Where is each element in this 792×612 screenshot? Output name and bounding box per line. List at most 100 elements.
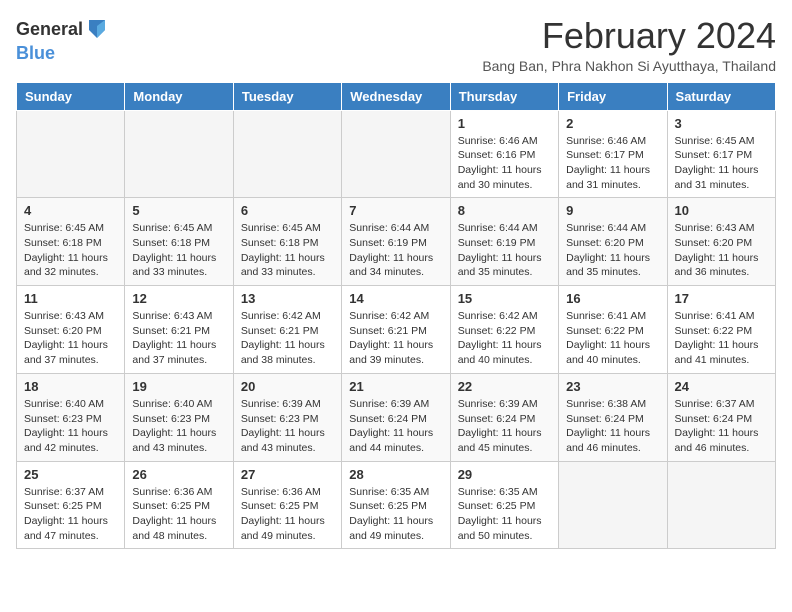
calendar-cell: 19 Sunrise: 6:40 AM Sunset: 6:23 PM Dayli… [125, 373, 233, 461]
day-number: 4 [24, 203, 117, 218]
col-monday: Monday [125, 82, 233, 110]
logo-blue: Blue [16, 43, 55, 63]
calendar-cell: 8Sunrise: 6:44 AM Sunset: 6:19 PM Daylig… [450, 198, 558, 286]
calendar-cell: 28 Sunrise: 6:35 AM Sunset: 6:25 PM Dayli… [342, 461, 450, 549]
day-number: 12 [132, 291, 225, 306]
day-number: 5 [132, 203, 225, 218]
day-number: 7 [349, 203, 442, 218]
col-thursday: Thursday [450, 82, 558, 110]
day-number: 1 [458, 116, 551, 131]
calendar-cell: 17Sunrise: 6:41 AM Sunset: 6:22 PM Dayli… [667, 286, 775, 374]
day-info: Sunrise: 6:37 AM Sunset: 6:24 PM Dayligh… [675, 397, 768, 456]
calendar-week-0: 1 Sunrise: 6:46 AM Sunset: 6:16 PM Daylig… [17, 110, 776, 198]
calendar-table: Sunday Monday Tuesday Wednesday Thursday… [16, 82, 776, 550]
col-wednesday: Wednesday [342, 82, 450, 110]
day-info: Sunrise: 6:43 AM Sunset: 6:21 PM Dayligh… [132, 309, 225, 368]
logo: General Blue [16, 16, 109, 64]
logo-general: General [16, 20, 83, 40]
main-title: February 2024 [482, 16, 776, 56]
day-info: Sunrise: 6:46 AM Sunset: 6:17 PM Dayligh… [566, 134, 659, 193]
day-info: Sunrise: 6:45 AM Sunset: 6:18 PM Dayligh… [241, 221, 334, 280]
calendar-cell [667, 461, 775, 549]
calendar-cell: 25 Sunrise: 6:37 AM Sunset: 6:25 PM Dayli… [17, 461, 125, 549]
calendar-cell: 9 Sunrise: 6:44 AM Sunset: 6:20 PM Daylig… [559, 198, 667, 286]
header: General Blue February 2024 Bang Ban, Phr… [16, 16, 776, 74]
day-number: 21 [349, 379, 442, 394]
day-info: Sunrise: 6:36 AM Sunset: 6:25 PM Dayligh… [132, 485, 225, 544]
calendar-cell: 13 Sunrise: 6:42 AM Sunset: 6:21 PM Dayli… [233, 286, 341, 374]
calendar-cell [342, 110, 450, 198]
day-number: 20 [241, 379, 334, 394]
calendar-cell: 11 Sunrise: 6:43 AM Sunset: 6:20 PM Dayli… [17, 286, 125, 374]
day-number: 2 [566, 116, 659, 131]
day-info: Sunrise: 6:39 AM Sunset: 6:24 PM Dayligh… [458, 397, 551, 456]
calendar-week-1: 4 Sunrise: 6:45 AM Sunset: 6:18 PM Daylig… [17, 198, 776, 286]
day-number: 11 [24, 291, 117, 306]
day-number: 28 [349, 467, 442, 482]
day-info: Sunrise: 6:40 AM Sunset: 6:23 PM Dayligh… [24, 397, 117, 456]
day-info: Sunrise: 6:37 AM Sunset: 6:25 PM Dayligh… [24, 485, 117, 544]
calendar-cell: 24 Sunrise: 6:37 AM Sunset: 6:24 PM Dayli… [667, 373, 775, 461]
day-number: 14 [349, 291, 442, 306]
calendar-cell: 4 Sunrise: 6:45 AM Sunset: 6:18 PM Daylig… [17, 198, 125, 286]
day-info: Sunrise: 6:35 AM Sunset: 6:25 PM Dayligh… [349, 485, 442, 544]
day-number: 13 [241, 291, 334, 306]
day-info: Sunrise: 6:41 AM Sunset: 6:22 PM Dayligh… [566, 309, 659, 368]
day-info: Sunrise: 6:42 AM Sunset: 6:21 PM Dayligh… [349, 309, 442, 368]
day-info: Sunrise: 6:45 AM Sunset: 6:18 PM Dayligh… [132, 221, 225, 280]
day-number: 24 [675, 379, 768, 394]
day-number: 3 [675, 116, 768, 131]
day-info: Sunrise: 6:45 AM Sunset: 6:18 PM Dayligh… [24, 221, 117, 280]
day-info: Sunrise: 6:41 AM Sunset: 6:22 PM Dayligh… [675, 309, 768, 368]
subtitle: Bang Ban, Phra Nakhon Si Ayutthaya, Thai… [482, 58, 776, 74]
header-row: Sunday Monday Tuesday Wednesday Thursday… [17, 82, 776, 110]
calendar-cell [17, 110, 125, 198]
col-friday: Friday [559, 82, 667, 110]
day-number: 10 [675, 203, 768, 218]
day-number: 19 [132, 379, 225, 394]
col-tuesday: Tuesday [233, 82, 341, 110]
calendar-cell: 6Sunrise: 6:45 AM Sunset: 6:18 PM Daylig… [233, 198, 341, 286]
day-number: 18 [24, 379, 117, 394]
calendar-cell: 21Sunrise: 6:39 AM Sunset: 6:24 PM Dayli… [342, 373, 450, 461]
day-info: Sunrise: 6:43 AM Sunset: 6:20 PM Dayligh… [24, 309, 117, 368]
day-number: 9 [566, 203, 659, 218]
day-info: Sunrise: 6:39 AM Sunset: 6:23 PM Dayligh… [241, 397, 334, 456]
day-number: 16 [566, 291, 659, 306]
calendar-cell [233, 110, 341, 198]
day-info: Sunrise: 6:35 AM Sunset: 6:25 PM Dayligh… [458, 485, 551, 544]
calendar-cell: 22 Sunrise: 6:39 AM Sunset: 6:24 PM Dayli… [450, 373, 558, 461]
calendar-cell: 16 Sunrise: 6:41 AM Sunset: 6:22 PM Dayli… [559, 286, 667, 374]
calendar-cell [559, 461, 667, 549]
calendar-cell: 29Sunrise: 6:35 AM Sunset: 6:25 PM Dayli… [450, 461, 558, 549]
calendar-cell: 15 Sunrise: 6:42 AM Sunset: 6:22 PM Dayli… [450, 286, 558, 374]
calendar-cell: 20 Sunrise: 6:39 AM Sunset: 6:23 PM Dayli… [233, 373, 341, 461]
day-info: Sunrise: 6:38 AM Sunset: 6:24 PM Dayligh… [566, 397, 659, 456]
calendar-cell: 3 Sunrise: 6:45 AM Sunset: 6:17 PM Daylig… [667, 110, 775, 198]
calendar-cell [125, 110, 233, 198]
logo-icon [85, 16, 109, 44]
calendar-cell: 7 Sunrise: 6:44 AM Sunset: 6:19 PM Daylig… [342, 198, 450, 286]
day-info: Sunrise: 6:40 AM Sunset: 6:23 PM Dayligh… [132, 397, 225, 456]
calendar-cell: 1 Sunrise: 6:46 AM Sunset: 6:16 PM Daylig… [450, 110, 558, 198]
day-info: Sunrise: 6:44 AM Sunset: 6:19 PM Dayligh… [349, 221, 442, 280]
day-number: 23 [566, 379, 659, 394]
day-number: 25 [24, 467, 117, 482]
day-info: Sunrise: 6:44 AM Sunset: 6:20 PM Dayligh… [566, 221, 659, 280]
calendar-cell: 12 Sunrise: 6:43 AM Sunset: 6:21 PM Dayli… [125, 286, 233, 374]
day-info: Sunrise: 6:42 AM Sunset: 6:22 PM Dayligh… [458, 309, 551, 368]
day-number: 15 [458, 291, 551, 306]
day-info: Sunrise: 6:42 AM Sunset: 6:21 PM Dayligh… [241, 309, 334, 368]
day-info: Sunrise: 6:43 AM Sunset: 6:20 PM Dayligh… [675, 221, 768, 280]
calendar-cell: 27Sunrise: 6:36 AM Sunset: 6:25 PM Dayli… [233, 461, 341, 549]
calendar-cell: 10 Sunrise: 6:43 AM Sunset: 6:20 PM Dayli… [667, 198, 775, 286]
day-number: 22 [458, 379, 551, 394]
day-info: Sunrise: 6:45 AM Sunset: 6:17 PM Dayligh… [675, 134, 768, 193]
calendar-cell: 14 Sunrise: 6:42 AM Sunset: 6:21 PM Dayli… [342, 286, 450, 374]
day-info: Sunrise: 6:46 AM Sunset: 6:16 PM Dayligh… [458, 134, 551, 193]
calendar-cell: 5 Sunrise: 6:45 AM Sunset: 6:18 PM Daylig… [125, 198, 233, 286]
day-info: Sunrise: 6:36 AM Sunset: 6:25 PM Dayligh… [241, 485, 334, 544]
day-number: 26 [132, 467, 225, 482]
calendar-week-3: 18 Sunrise: 6:40 AM Sunset: 6:23 PM Dayli… [17, 373, 776, 461]
calendar-week-2: 11 Sunrise: 6:43 AM Sunset: 6:20 PM Dayli… [17, 286, 776, 374]
